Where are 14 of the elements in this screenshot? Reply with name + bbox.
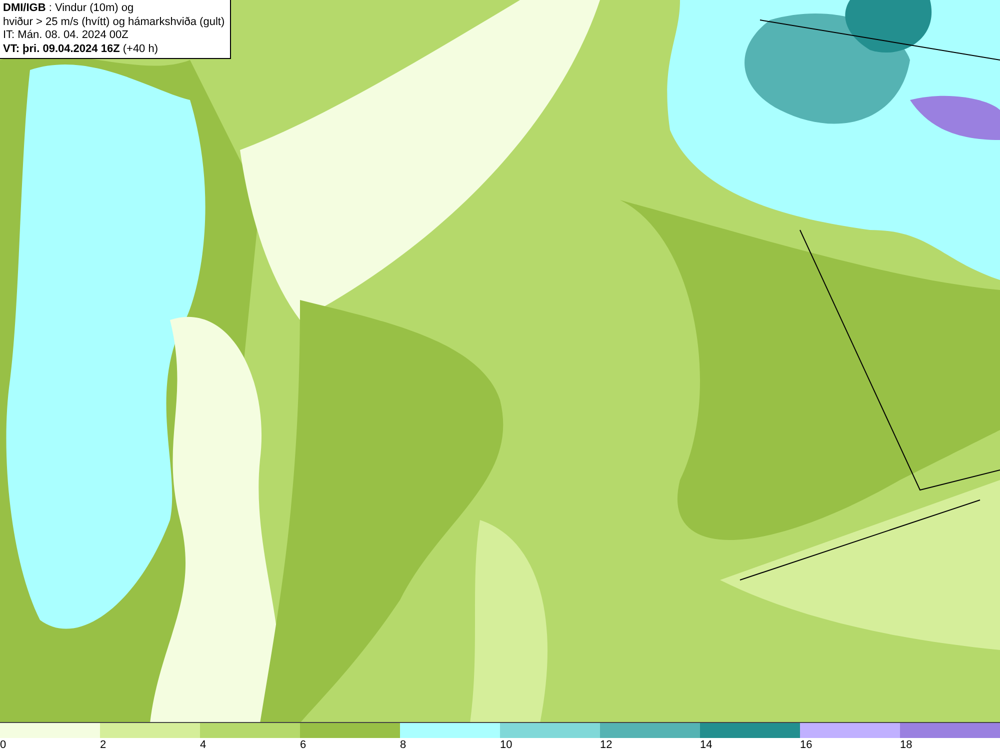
legend-label: 0: [0, 738, 6, 753]
legend-label: 8: [400, 738, 406, 753]
info-text: hviður > 25 m/s (hvítt) og hámarkshviða (gult): [3, 16, 226, 29]
info-text: VT: þri. 09.04.2024 16Z (+40 h): [3, 42, 160, 56]
legend-label: 12: [600, 738, 612, 753]
legend-label: 18: [900, 738, 912, 753]
legend-label: 14: [700, 738, 712, 753]
legend-label: 2: [100, 738, 106, 753]
legend-label: 4: [200, 738, 206, 753]
legend-label: 6: [300, 738, 306, 753]
legend-label: 16: [800, 738, 812, 753]
info-text: DMI/IGB : Vindur (10m) og: [3, 2, 135, 16]
info-text: IT: Mán. 08. 04. 2024 00Z: [3, 29, 130, 42]
legend-label: 10: [500, 738, 512, 753]
